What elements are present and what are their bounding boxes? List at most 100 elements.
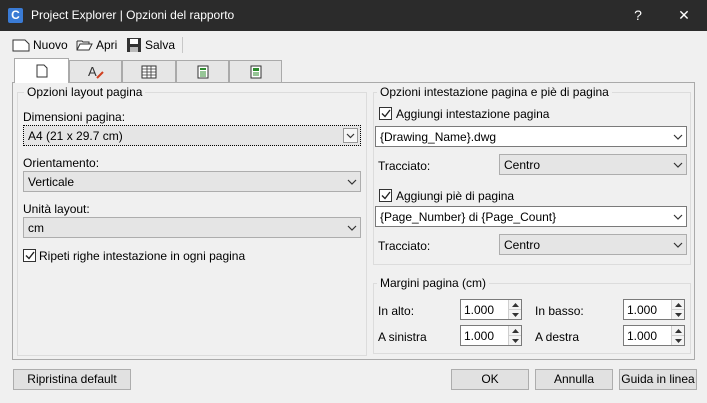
arrow-up-icon [674, 328, 682, 333]
chevron-down-icon [673, 214, 683, 220]
text-format-icon: A [88, 64, 104, 79]
reset-defaults-button[interactable]: Ripristina default [13, 369, 131, 390]
app-icon: C [8, 8, 23, 23]
chevron-down-icon [673, 134, 683, 140]
footer-text-combo[interactable]: {Page_Number} di {Page_Count} [375, 206, 687, 227]
unit-select[interactable]: cm [23, 217, 361, 238]
margin-bottom-label: In basso: [535, 304, 584, 318]
arrow-down-icon [674, 338, 682, 343]
header-text-dropdown-button[interactable] [670, 127, 686, 146]
margin-bottom-value[interactable]: 1.000 [624, 300, 671, 319]
add-header-checkbox[interactable] [379, 107, 392, 120]
margin-right-down-button[interactable] [672, 335, 684, 345]
checkmark-icon [25, 251, 35, 260]
repeat-header-checkbox[interactable] [23, 249, 36, 262]
header-layout-select[interactable]: Centro [499, 154, 687, 175]
report-icon [250, 65, 261, 78]
unit-dropdown-button[interactable] [344, 218, 360, 237]
margin-right-spinner[interactable]: 1.000 [623, 325, 685, 346]
arrow-down-icon [511, 338, 519, 343]
tab-table[interactable] [122, 60, 176, 82]
page-size-dropdown-button[interactable] [343, 128, 358, 143]
new-button[interactable]: Nuovo [12, 36, 68, 54]
orientation-value: Verticale [28, 174, 75, 189]
margin-left-label: A sinistra [378, 330, 427, 344]
margin-bottom-up-button[interactable] [672, 300, 684, 309]
margins-title: Margini pagina (cm) [377, 276, 490, 290]
orientation-dropdown-button[interactable] [344, 172, 360, 191]
footer-text-dropdown-button[interactable] [670, 207, 686, 226]
page-size-label: Dimensioni pagina: [23, 110, 126, 124]
add-footer-checkbox[interactable] [379, 189, 392, 202]
add-footer-label: Aggiungi piè di pagina [396, 189, 515, 203]
svg-text:A: A [88, 64, 97, 79]
arrow-down-icon [674, 312, 682, 317]
tab-report[interactable] [229, 60, 282, 82]
window-title: Project Explorer | Opzioni del rapporto [31, 8, 235, 22]
margin-top-up-button[interactable] [509, 300, 521, 309]
margin-left-down-button[interactable] [509, 335, 521, 345]
repeat-header-label: Ripeti righe intestazione in ogni pagina [39, 249, 246, 263]
open-button-label: Apri [96, 38, 118, 52]
table-icon [141, 65, 157, 78]
header-text-combo[interactable]: {Drawing_Name}.dwg [375, 126, 687, 147]
toolbar-separator [182, 37, 183, 53]
unit-value: cm [28, 220, 44, 235]
arrow-up-icon [674, 302, 682, 307]
calculator-icon [197, 65, 208, 78]
orientation-select[interactable]: Verticale [23, 171, 361, 192]
footer-layout-select[interactable]: Centro [499, 234, 687, 255]
arrow-up-icon [511, 328, 519, 333]
header-layout-dropdown-button[interactable] [670, 155, 686, 174]
tab-calculator[interactable] [176, 60, 229, 82]
footer-layout-value: Centro [504, 237, 541, 252]
header-footer-title: Opzioni intestazione pagina e piè di pag… [377, 85, 612, 99]
margin-bottom-spinner[interactable]: 1.000 [623, 299, 685, 320]
margin-right-value[interactable]: 1.000 [624, 326, 671, 345]
page-icon [36, 64, 47, 78]
cancel-button[interactable]: Annulla [535, 369, 613, 390]
layout-options-title: Opzioni layout pagina [24, 85, 146, 99]
margin-top-value[interactable]: 1.000 [461, 300, 508, 319]
margin-right-label: A destra [535, 330, 580, 344]
checkmark-icon [381, 191, 391, 200]
close-button[interactable]: ✕ [661, 0, 707, 31]
arrow-up-icon [511, 302, 519, 307]
save-button-label: Salva [145, 38, 176, 52]
save-button[interactable]: Salva [126, 36, 175, 54]
header-text-value[interactable]: {Drawing_Name}.dwg [380, 130, 670, 144]
header-layout-label: Tracciato: [378, 159, 431, 173]
unit-label: Unità layout: [23, 202, 90, 216]
title-bar: C Project Explorer | Opzioni del rapport… [0, 0, 707, 31]
chevron-down-icon [347, 225, 357, 231]
margin-left-spinner[interactable]: 1.000 [460, 325, 522, 346]
help-button[interactable]: ? [615, 0, 661, 31]
tab-page-layout[interactable] [14, 58, 69, 83]
chevron-down-icon [347, 179, 357, 185]
margin-left-value[interactable]: 1.000 [461, 326, 508, 345]
margin-left-up-button[interactable] [509, 326, 521, 335]
footer-text-value[interactable]: {Page_Number} di {Page_Count} [380, 210, 670, 224]
save-disk-icon [127, 38, 141, 52]
new-button-label: Nuovo [33, 38, 68, 52]
page-size-value: A4 (21 x 29.7 cm) [28, 128, 123, 143]
ok-button[interactable]: OK [451, 369, 529, 390]
footer-layout-label: Tracciato: [378, 239, 431, 253]
margin-top-label: In alto: [378, 304, 415, 318]
margin-bottom-down-button[interactable] [672, 309, 684, 319]
open-button[interactable]: Apri [76, 36, 117, 54]
orientation-label: Orientamento: [23, 156, 100, 170]
page-size-select[interactable]: A4 (21 x 29.7 cm) [23, 125, 361, 146]
margin-top-spinner[interactable]: 1.000 [460, 299, 522, 320]
margin-right-up-button[interactable] [672, 326, 684, 335]
chevron-down-icon [346, 133, 355, 138]
chevron-down-icon [673, 242, 683, 248]
tab-text-format[interactable]: A [69, 60, 122, 82]
checkmark-icon [381, 109, 391, 118]
chevron-down-icon [673, 162, 683, 168]
footer-layout-dropdown-button[interactable] [670, 235, 686, 254]
header-layout-value: Centro [504, 157, 541, 172]
new-document-icon [12, 39, 30, 52]
online-help-button[interactable]: Guida in linea [619, 369, 697, 390]
margin-top-down-button[interactable] [509, 309, 521, 319]
